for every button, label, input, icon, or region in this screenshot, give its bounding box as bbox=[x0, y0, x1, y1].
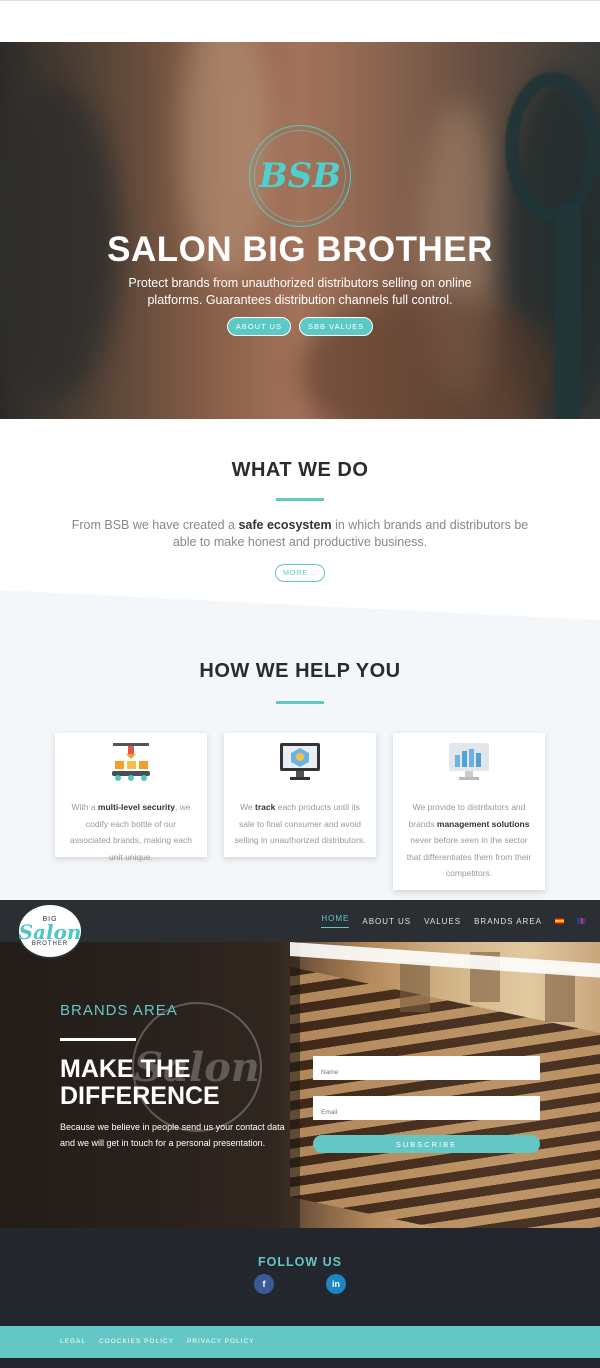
bg-window bbox=[400, 962, 430, 1012]
main-nav: BIG Salon BROTHER HOME ABOUT US VALUES B… bbox=[0, 900, 600, 959]
how-we-help-title: HOW WE HELP YOU bbox=[199, 660, 401, 682]
brands-divider bbox=[60, 1038, 136, 1041]
help-card-tracking: We track each products until its sale to… bbox=[224, 733, 376, 857]
hero-subtitle: Protect brands from unauthorized distrib… bbox=[128, 276, 472, 307]
name-field[interactable] bbox=[313, 1056, 540, 1080]
follow-us-title: FOLLOW US bbox=[258, 1255, 342, 1269]
monitor-chart-icon bbox=[449, 743, 489, 780]
title-divider bbox=[276, 701, 324, 704]
factory-robot-icon bbox=[112, 743, 150, 781]
about-us-button[interactable]: ABOUT US bbox=[226, 317, 292, 336]
nav-item-values[interactable]: VALUES bbox=[424, 917, 461, 926]
bg-roofline bbox=[290, 942, 600, 979]
bottom-bar bbox=[0, 1358, 600, 1368]
help-card-text: With a multi-level security, we codify e… bbox=[70, 802, 192, 862]
bsb-logo-text: BSB bbox=[254, 130, 346, 222]
more-button[interactable]: MORE... bbox=[275, 564, 325, 582]
nav-items: HOME ABOUT US VALUES BRANDS AREA bbox=[321, 914, 586, 928]
title-divider bbox=[276, 498, 324, 501]
help-card-text: We track each products until its sale to… bbox=[234, 802, 366, 845]
subscribe-button[interactable]: SUBSCRIBE bbox=[313, 1135, 540, 1153]
logo-bottom-text: BROTHER bbox=[31, 940, 69, 947]
brands-area-section: Salon BRANDS AREA MAKE THE DIFFERENCE Be… bbox=[0, 942, 600, 1228]
es-flag-icon[interactable] bbox=[555, 918, 564, 924]
salon-big-brother-logo[interactable]: BIG Salon BROTHER bbox=[17, 903, 83, 959]
monitor-tracking-icon bbox=[280, 743, 320, 780]
footer-link-privacy[interactable]: PRIVACY POLICY bbox=[187, 1338, 255, 1345]
hero-title: SALON BIG BROTHER bbox=[107, 230, 493, 269]
brands-area-description: Because we believe in people send us you… bbox=[60, 1122, 285, 1148]
facebook-icon[interactable]: f bbox=[254, 1274, 274, 1294]
what-we-do-section: WHAT WE DO From BSB we have created a sa… bbox=[0, 419, 600, 609]
hero-content: BSB SALON BIG BROTHER Protect brands fro… bbox=[0, 42, 600, 419]
help-card-text: We provide to distributors and brands ma… bbox=[406, 802, 532, 878]
hero-buttons: ABOUT US SBB VALUES bbox=[0, 317, 600, 336]
what-we-do-title: WHAT WE DO bbox=[231, 459, 369, 481]
top-strip bbox=[0, 0, 600, 42]
bsb-logo: BSB bbox=[249, 125, 351, 227]
nav-item-about-us[interactable]: ABOUT US bbox=[362, 917, 411, 926]
logo-main-text: Salon bbox=[18, 919, 82, 944]
footer: LEGAL COOCKIES POLICY PRIVACY POLICY bbox=[0, 1326, 600, 1358]
sbb-values-button[interactable]: SBB VALUES bbox=[299, 317, 374, 336]
footer-link-cookies[interactable]: COOCKIES POLICY bbox=[99, 1338, 174, 1345]
brands-area-label: BRANDS AREA bbox=[60, 1002, 178, 1019]
linkedin-icon[interactable]: in bbox=[326, 1274, 346, 1294]
bg-window bbox=[545, 972, 575, 1022]
email-field[interactable] bbox=[313, 1096, 540, 1120]
follow-us-section: FOLLOW US f in bbox=[0, 1228, 600, 1326]
nav-item-brands-area[interactable]: BRANDS AREA bbox=[474, 917, 542, 926]
brands-area-title: MAKE THE DIFFERENCE bbox=[60, 1055, 220, 1110]
uk-flag-icon[interactable] bbox=[577, 918, 586, 924]
footer-links: LEGAL COOCKIES POLICY PRIVACY POLICY bbox=[60, 1338, 255, 1345]
hero-section: BSB SALON BIG BROTHER Protect brands fro… bbox=[0, 42, 600, 419]
what-we-do-text: From BSB we have created a safe ecosyste… bbox=[71, 518, 529, 549]
nav-item-home[interactable]: HOME bbox=[321, 914, 350, 928]
help-card-security: With a multi-level security, we codify e… bbox=[55, 733, 207, 862]
footer-link-legal[interactable]: LEGAL bbox=[60, 1338, 86, 1345]
help-card-management: We provide to distributors and brands ma… bbox=[393, 733, 545, 890]
